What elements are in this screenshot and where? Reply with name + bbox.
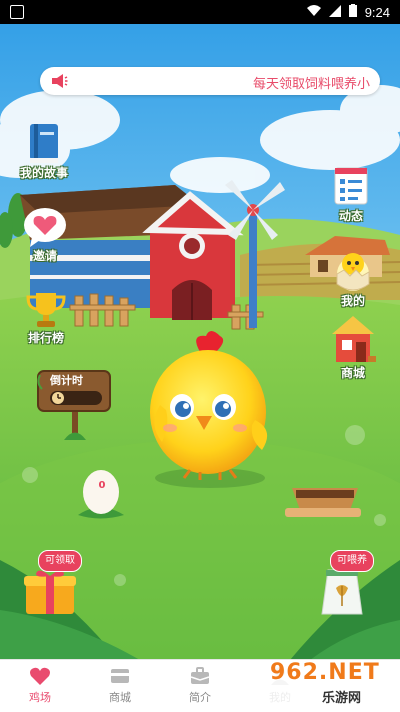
feed-button[interactable]: 动态: [330, 165, 372, 224]
feed-label: 动态: [338, 209, 363, 223]
heart-bubble-icon: [24, 208, 66, 247]
countdown-timer: 倒计时: [36, 369, 112, 415]
nav-item-farm[interactable]: 鸡场: [0, 660, 80, 712]
watermark-brand: 962.NET: [270, 660, 380, 685]
feed-bag-icon[interactable]: [316, 564, 368, 620]
nav-label-intro: 简介: [189, 691, 211, 704]
banner-message: 每天领取饲料喂养小: [252, 77, 370, 92]
heart-icon: [30, 667, 50, 685]
invite-button[interactable]: 邀请: [22, 207, 68, 264]
nav-item-intro[interactable]: 简介: [160, 660, 240, 712]
countdown-label: 倒计时: [50, 374, 83, 387]
ranking-label: 排行榜: [27, 331, 64, 345]
card-icon: [111, 669, 129, 683]
checklist-icon: [334, 167, 368, 205]
my-story-label: 我的故事: [20, 166, 69, 180]
status-bar: 9:24: [0, 0, 400, 24]
gallery-icon: [10, 5, 24, 19]
egg-counter[interactable]: 0: [95, 480, 109, 491]
mine-button[interactable]: 我的: [334, 248, 372, 309]
gift-box-icon[interactable]: [22, 566, 78, 616]
my-story-button[interactable]: 我的故事: [20, 122, 68, 181]
nav-item-shop[interactable]: 商城: [80, 660, 160, 712]
nav-label-shop: 商城: [109, 691, 131, 704]
announcement-banner[interactable]: 每天领取饲料喂养小: [40, 67, 380, 95]
site-watermark: 962.NET 乐游网: [262, 660, 400, 706]
game-scene: 9:24 每天领取饲料喂养小 我的故事 邀请 排行榜 动态 我的 商城 倒计时 …: [0, 0, 400, 711]
status-time: 9:24: [364, 4, 390, 20]
chick-egg-icon: [336, 253, 370, 291]
shop-label: 商城: [340, 366, 365, 380]
wifi-icon: [306, 4, 321, 20]
book-icon: [30, 124, 58, 163]
feedable-badge: 可喂养: [330, 550, 374, 572]
signal-icon: [328, 4, 341, 20]
speaker-icon: [50, 72, 68, 90]
claim-badge: 可领取: [38, 550, 82, 572]
watermark-site: 乐游网: [322, 691, 362, 706]
battery-icon: [348, 4, 357, 20]
ranking-button[interactable]: 排行榜: [24, 289, 68, 346]
invite-label: 邀请: [32, 249, 57, 263]
shop-button[interactable]: 商城: [328, 314, 378, 381]
mine-label: 我的: [340, 294, 365, 308]
nav-label-farm: 鸡场: [29, 691, 51, 704]
trophy-icon: [26, 293, 66, 327]
briefcase-icon: [190, 667, 210, 684]
